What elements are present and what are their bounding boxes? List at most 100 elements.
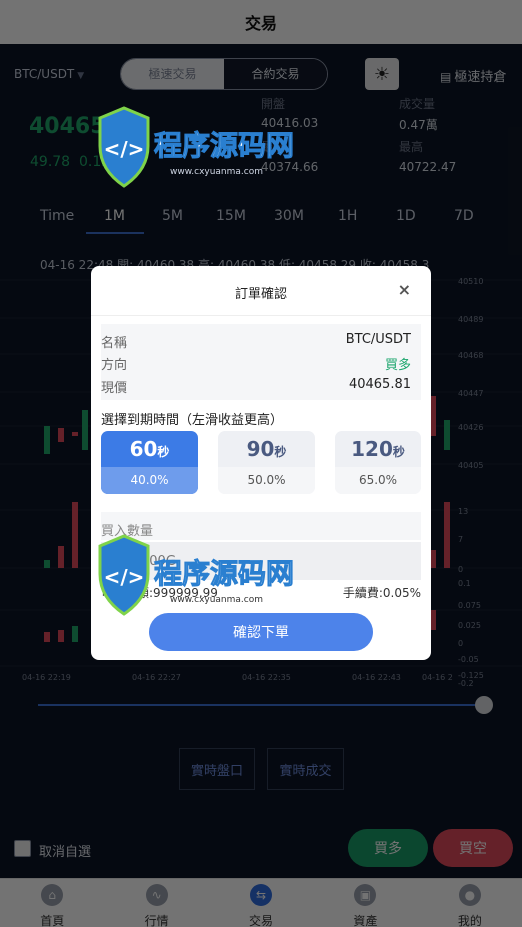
fast-holdings-label: 極速持倉 bbox=[454, 70, 507, 85]
market-icon: ∿ bbox=[145, 884, 168, 906]
volume-value: 0.47萬 bbox=[399, 118, 438, 132]
time-tick: 04-16 22:43 bbox=[352, 673, 401, 682]
option-unit: 秒 bbox=[157, 445, 170, 459]
sun-icon: ☀ bbox=[373, 63, 391, 85]
timeframe-underline bbox=[86, 232, 144, 234]
macd-tick: 0 bbox=[458, 639, 463, 648]
action-bar: 取消自選 買多 買空 bbox=[0, 815, 522, 878]
time-tick: 04-16 22:27 bbox=[132, 673, 181, 682]
tab-timeframe-5m[interactable]: 5M bbox=[162, 208, 183, 224]
fast-holdings-link[interactable]: ▤ 極速持倉 bbox=[440, 66, 506, 85]
volume-bar bbox=[444, 502, 450, 568]
volume-label: 成交量 bbox=[399, 97, 436, 111]
top-controls: BTC/USDT ▼ 極速交易 合約交易 ☀ ▤ 極速持倉 bbox=[14, 58, 512, 90]
volume-tick: 13 bbox=[458, 507, 468, 516]
tab-timeframe-15m[interactable]: 15M bbox=[216, 208, 246, 224]
option-unit: 秒 bbox=[274, 445, 287, 459]
order-confirm-dialog: 訂單確認 × 名稱 BTC/USDT 方向 買多 現價 40465.81 選擇到… bbox=[91, 266, 431, 660]
macd-tick: -0.2 bbox=[458, 679, 474, 688]
low-label: 最低 bbox=[261, 140, 286, 154]
tab-timeframe-7d[interactable]: 7D bbox=[454, 208, 474, 224]
expiry-option-60[interactable]: 60秒 40.0% bbox=[101, 431, 198, 494]
candle bbox=[444, 420, 450, 450]
change-pct: 0.12% bbox=[79, 154, 124, 170]
trades-button[interactable]: 實時成交 bbox=[267, 748, 344, 790]
close-icon[interactable]: × bbox=[398, 280, 411, 299]
tab-label: 我的 bbox=[457, 914, 482, 927]
volume-tick: 7 bbox=[458, 535, 463, 544]
option-rate: 50.0% bbox=[218, 467, 315, 494]
buy-short-button[interactable]: 買空 bbox=[433, 829, 513, 867]
macd-bar bbox=[72, 626, 78, 642]
direction-value: 買多 bbox=[384, 358, 411, 373]
tab-trade[interactable]: ⇆ 交易 bbox=[209, 879, 313, 927]
direction-label: 方向 bbox=[101, 358, 128, 373]
candle bbox=[82, 410, 88, 450]
option-rate: 40.0% bbox=[101, 467, 198, 494]
info-row-name: 名稱 BTC/USDT bbox=[101, 332, 421, 352]
price-stats: 40465 49.78 0.12% 開盤 40416.03 最低 40374.6… bbox=[0, 92, 522, 188]
option-seconds: 90秒 bbox=[218, 437, 315, 465]
theme-toggle-button[interactable]: ☀ bbox=[365, 58, 399, 90]
chevron-down-icon: ▼ bbox=[77, 71, 85, 81]
pair-quote: /USDT bbox=[37, 67, 75, 81]
tab-timeframe-1h[interactable]: 1H bbox=[338, 208, 357, 224]
price-label: 現價 bbox=[101, 381, 128, 396]
option-rate: 65.0% bbox=[335, 467, 421, 494]
buy-long-button[interactable]: 買多 bbox=[348, 829, 428, 867]
unfavorite-checkbox[interactable] bbox=[14, 840, 31, 857]
expiry-option-90[interactable]: 90秒 50.0% bbox=[218, 431, 315, 494]
tab-timeframe-30m[interactable]: 30M bbox=[274, 208, 304, 224]
high-label: 最高 bbox=[399, 140, 424, 154]
price-change: 49.78 0.12% bbox=[30, 154, 123, 170]
option-num: 120 bbox=[351, 437, 393, 461]
expiry-option-120[interactable]: 120秒 65.0% bbox=[335, 431, 421, 494]
confirm-order-button[interactable]: 確認下單 bbox=[149, 613, 373, 651]
volume-bar bbox=[58, 546, 64, 568]
dialog-title: 訂單確認 bbox=[234, 287, 287, 302]
expiry-title: 選擇到期時間（左滑收益更高） bbox=[101, 413, 284, 428]
trade-page: 交易 BTC/USDT ▼ 極速交易 合約交易 ☀ ▤ 極速持倉 40465 49.… bbox=[0, 0, 522, 927]
option-seconds: 60秒 bbox=[101, 437, 198, 465]
macd-bar bbox=[58, 630, 64, 642]
depth-button[interactable]: 實時盤口 bbox=[179, 748, 255, 790]
unfavorite-label: 取消自選 bbox=[39, 845, 92, 860]
candle bbox=[72, 432, 78, 436]
tab-label: 資產 bbox=[353, 914, 378, 927]
fee-rate: 手續費:0.05% bbox=[342, 586, 421, 600]
tab-timeframe-1m[interactable]: 1M bbox=[104, 208, 125, 224]
tab-assets[interactable]: ▣ 資產 bbox=[313, 879, 417, 927]
volume-bar bbox=[72, 502, 78, 568]
info-row-direction: 方向 買多 bbox=[101, 354, 421, 374]
tab-timeframe-time[interactable]: Time bbox=[40, 208, 74, 224]
name-value: BTC/USDT bbox=[345, 332, 411, 347]
open-label: 開盤 bbox=[261, 97, 286, 111]
macd-tick: -0.05 bbox=[458, 655, 479, 664]
tab-contract-trade[interactable]: 合約交易 bbox=[224, 59, 327, 89]
tab-timeframe-1d[interactable]: 1D bbox=[396, 208, 416, 224]
tab-label: 交易 bbox=[249, 914, 274, 927]
user-icon: ● bbox=[458, 884, 481, 906]
order-info: 名稱 BTC/USDT 方向 買多 現價 40465.81 bbox=[101, 324, 421, 400]
last-price: 40465 bbox=[29, 114, 106, 139]
tab-mine[interactable]: ● 我的 bbox=[418, 879, 522, 927]
price-value: 40465.81 bbox=[348, 377, 411, 392]
quantity-input[interactable] bbox=[101, 542, 421, 580]
macd-tick: 0.025 bbox=[458, 621, 481, 630]
name-label: 名稱 bbox=[101, 336, 128, 351]
tab-fast-trade[interactable]: 極速交易 bbox=[121, 59, 224, 89]
tab-home[interactable]: ⌂ 首頁 bbox=[0, 879, 104, 927]
price-tick: 40447 bbox=[458, 389, 483, 398]
pair-selector[interactable]: BTC/USDT ▼ bbox=[14, 67, 84, 81]
wallet-icon: ▣ bbox=[354, 884, 377, 906]
option-seconds: 120秒 bbox=[335, 437, 421, 465]
price-tick: 40405 bbox=[458, 461, 483, 470]
option-unit: 秒 bbox=[392, 445, 405, 459]
chart-range-slider-handle[interactable] bbox=[475, 696, 493, 714]
tab-market[interactable]: ∿ 行情 bbox=[104, 879, 208, 927]
timeframe-tabs: Time 1M 5M 15M 30M 1H 1D 7D bbox=[0, 204, 522, 236]
chart-range-slider-track[interactable] bbox=[38, 704, 484, 706]
info-row-price: 現價 40465.81 bbox=[101, 377, 421, 397]
pair-base: BTC bbox=[14, 67, 38, 81]
page-title: 交易 bbox=[244, 14, 277, 33]
